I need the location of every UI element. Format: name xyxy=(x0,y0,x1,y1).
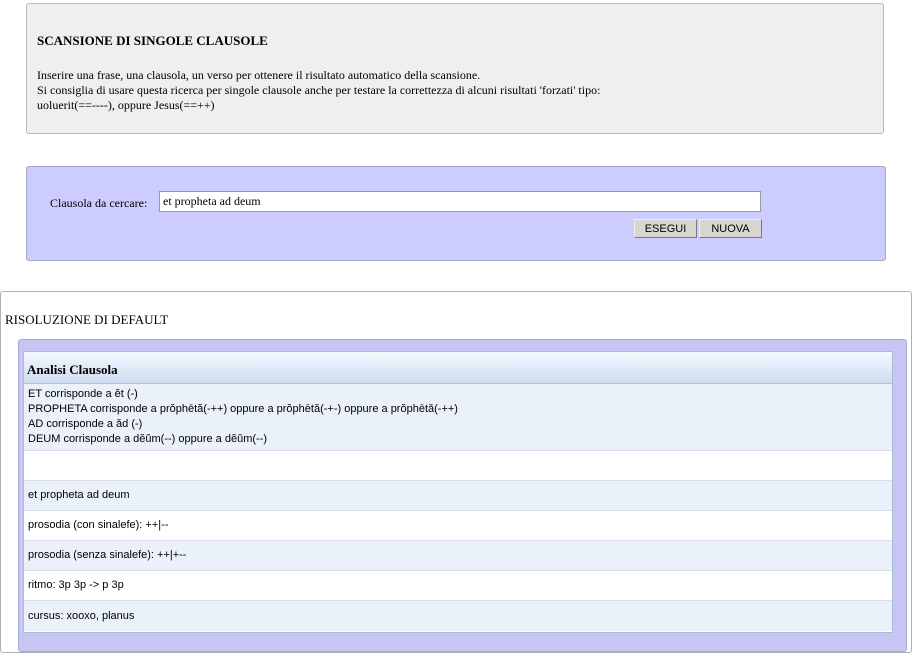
new-button[interactable]: NUOVA xyxy=(699,219,762,238)
correspondence-line: AD corrisponde a ăd (-) xyxy=(28,418,143,430)
phrase-row: et propheta ad deum xyxy=(24,481,892,511)
search-label: Clausola da cercare: xyxy=(50,196,148,210)
prosodia-senza-row: prosodia (senza sinalefe): ++|+-- xyxy=(24,541,892,571)
correspondence-line: ET corrisponde a ĕt (-) xyxy=(28,388,138,400)
instruction-line: Si consiglia di usare questa ricerca per… xyxy=(37,83,601,97)
info-panel: SCANSIONE DI SINGOLE CLAUSOLE Inserire u… xyxy=(26,3,884,134)
correspondence-line: DEUM corrisponde a dĕŭm(--) oppure a dĕŭ… xyxy=(28,433,268,445)
run-button[interactable]: ESEGUI xyxy=(634,219,697,238)
result-heading: RISOLUZIONE DI DEFAULT xyxy=(5,312,169,327)
page-title: SCANSIONE DI SINGOLE CLAUSOLE xyxy=(37,33,268,48)
analysis-table: Analisi Clausola ET corrisponde a ĕt (-)… xyxy=(23,351,893,633)
instruction-line: Inserire una frase, una clausola, un ver… xyxy=(37,68,481,82)
ritmo-row: ritmo: 3p 3p -> p 3p xyxy=(24,571,892,601)
instructions-text: Inserire una frase, una clausola, un ver… xyxy=(37,68,600,113)
analysis-panel: Analisi Clausola ET corrisponde a ĕt (-)… xyxy=(18,339,907,652)
correspondence-line: PROPHETA corrisponde a prŏphētă(-++) opp… xyxy=(28,403,458,415)
search-input[interactable] xyxy=(159,191,761,212)
instruction-line: uoluerit(==----), oppure Jesus(==++) xyxy=(37,98,215,112)
empty-row xyxy=(24,451,892,481)
search-panel: Clausola da cercare: ESEGUI NUOVA xyxy=(26,166,886,261)
prosodia-con-row: prosodia (con sinalefe): ++|-- xyxy=(24,511,892,541)
correspondences-row: ET corrisponde a ĕt (-) PROPHETA corrisp… xyxy=(24,384,892,451)
cursus-row: cursus: xooxo, planus xyxy=(24,601,892,631)
analysis-title: Analisi Clausola xyxy=(24,352,892,384)
result-section: RISOLUZIONE DI DEFAULT Analisi Clausola … xyxy=(0,291,912,653)
